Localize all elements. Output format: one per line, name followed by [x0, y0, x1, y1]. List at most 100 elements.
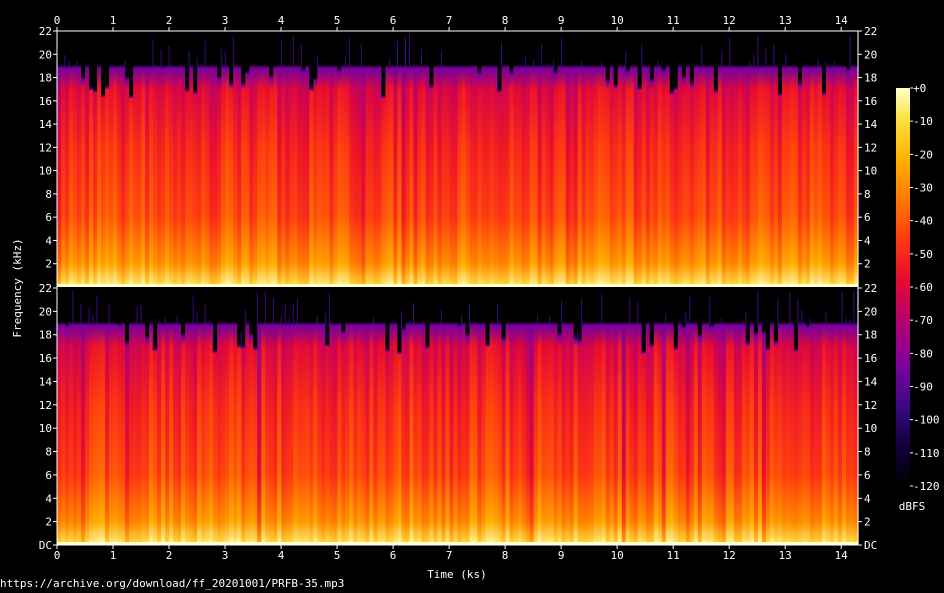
- spectrogram-column: [709, 31, 715, 287]
- spectrogram-column: [173, 288, 178, 545]
- spectrogram-column: [321, 31, 326, 287]
- spectrogram-column: [821, 31, 827, 287]
- y-tick-label: 6: [864, 211, 871, 224]
- y-tick-label: 10: [864, 165, 877, 178]
- spectrogram-column: [157, 31, 162, 287]
- y-tick-label: 2: [45, 516, 52, 529]
- spectrogram-column: [265, 288, 270, 545]
- spectrogram-column: [433, 288, 439, 545]
- spectrogram-column: [253, 31, 258, 287]
- spectrogram-column: [577, 288, 583, 545]
- spectrogram-column: [753, 288, 759, 545]
- x-tick-label: 1: [110, 549, 117, 562]
- spectrogram-column: [489, 288, 495, 545]
- spectrogram-column: [213, 288, 218, 545]
- spectrogram-column: [805, 288, 811, 545]
- spectrogram-column: [685, 288, 691, 545]
- spectrogram-column: [709, 288, 715, 545]
- spectrogram-column: [57, 288, 62, 545]
- spectrogram-column: [617, 288, 623, 545]
- spectrogram-column: [229, 288, 234, 545]
- spectrogram-column: [89, 31, 94, 287]
- y-tick-label: 18: [39, 329, 52, 342]
- spectrogram-column: [405, 31, 411, 287]
- y-tick-label: 22: [864, 282, 877, 295]
- spectrogram-column: [521, 31, 527, 287]
- y-tick-label: 14: [864, 375, 878, 388]
- spectrogram-panel-top: [56, 31, 859, 287]
- spectrogram-column: [665, 31, 671, 287]
- spectrogram-column: [605, 31, 611, 287]
- spectrogram-column: [697, 31, 703, 287]
- y-tick-label: DC: [864, 539, 877, 552]
- x-tick-label: 12: [723, 549, 736, 562]
- y-axis-title: Frequency (kHz): [11, 238, 24, 337]
- y-tick-label: 20: [39, 305, 52, 318]
- source-url[interactable]: https://archive.org/download/ff_20201001…: [0, 577, 344, 590]
- spectrogram-column: [625, 288, 631, 545]
- spectrogram-column: [69, 288, 74, 545]
- spectrogram-column: [353, 31, 358, 287]
- spectrogram-column: [281, 288, 286, 545]
- spectrogram-column: [189, 288, 194, 545]
- spectrogram-column: [389, 31, 395, 287]
- y-tick-label: 12: [39, 399, 52, 412]
- y-tick-label: 2: [45, 258, 52, 271]
- spectrogram-column: [253, 288, 258, 545]
- spectrogram-column: [821, 288, 827, 545]
- spectrogram-column: [181, 288, 186, 545]
- spectrogram-column: [389, 288, 395, 545]
- spectrogram-column: [181, 31, 186, 287]
- spectrogram-column: [109, 288, 114, 545]
- spectrogram-column: [361, 288, 366, 545]
- spectrogram-column: [517, 288, 523, 545]
- spectrogram-column: [245, 288, 250, 545]
- colorbar-tick-label: -20: [913, 148, 933, 161]
- spectrogram-column: [769, 31, 775, 287]
- spectrogram-column: [773, 288, 779, 545]
- spectrogram-column: [93, 288, 98, 545]
- spectrogram-column: [609, 31, 615, 287]
- y-tick-label: 22: [39, 282, 52, 295]
- spectrogram-column: [381, 288, 386, 545]
- y-tick-label: 10: [39, 422, 52, 435]
- spectrogram-column: [545, 31, 551, 287]
- spectrogram-column: [701, 288, 707, 545]
- spectrogram-column: [105, 31, 110, 287]
- spectrogram-column: [77, 31, 82, 287]
- spectrogram-column: [517, 31, 523, 287]
- spectrogram-column: [209, 31, 214, 287]
- spectrogram-column: [313, 288, 318, 545]
- spectrogram-column: [641, 288, 647, 545]
- spectrogram-column: [305, 31, 310, 287]
- spectrogram-column: [77, 288, 82, 545]
- spectrogram-column: [277, 31, 282, 287]
- spectrogram-column: [677, 31, 683, 287]
- spectrogram-column: [493, 288, 499, 545]
- spectrogram-column: [585, 31, 591, 287]
- spectrogram-column: [449, 31, 455, 287]
- spectrogram-column: [293, 288, 298, 545]
- spectrogram-column: [305, 288, 310, 545]
- spectrogram-column: [133, 288, 138, 545]
- spectrogram-column: [785, 31, 791, 287]
- spectrogram-column: [637, 31, 643, 287]
- spectrogram-column: [645, 288, 651, 545]
- y-tick-label: 14: [864, 118, 878, 131]
- spectrogram-column: [481, 31, 487, 287]
- spectrogram-column: [785, 288, 791, 545]
- spectrogram-column: [713, 31, 719, 287]
- spectrogram-column: [125, 31, 130, 287]
- spectrogram-column: [273, 31, 278, 287]
- spectrogram-column: [741, 31, 747, 287]
- spectrogram-column: [325, 31, 330, 287]
- spectrogram-column: [597, 288, 603, 545]
- spectrogram-column: [81, 31, 86, 287]
- spectrogram-column: [505, 288, 511, 545]
- spectrogram-column: [849, 31, 855, 287]
- spectrogram-column: [377, 31, 382, 287]
- spectrogram-column: [249, 288, 254, 545]
- spectrogram-column: [125, 288, 130, 545]
- spectrogram-column: [729, 31, 735, 287]
- spectrogram-column: [789, 288, 795, 545]
